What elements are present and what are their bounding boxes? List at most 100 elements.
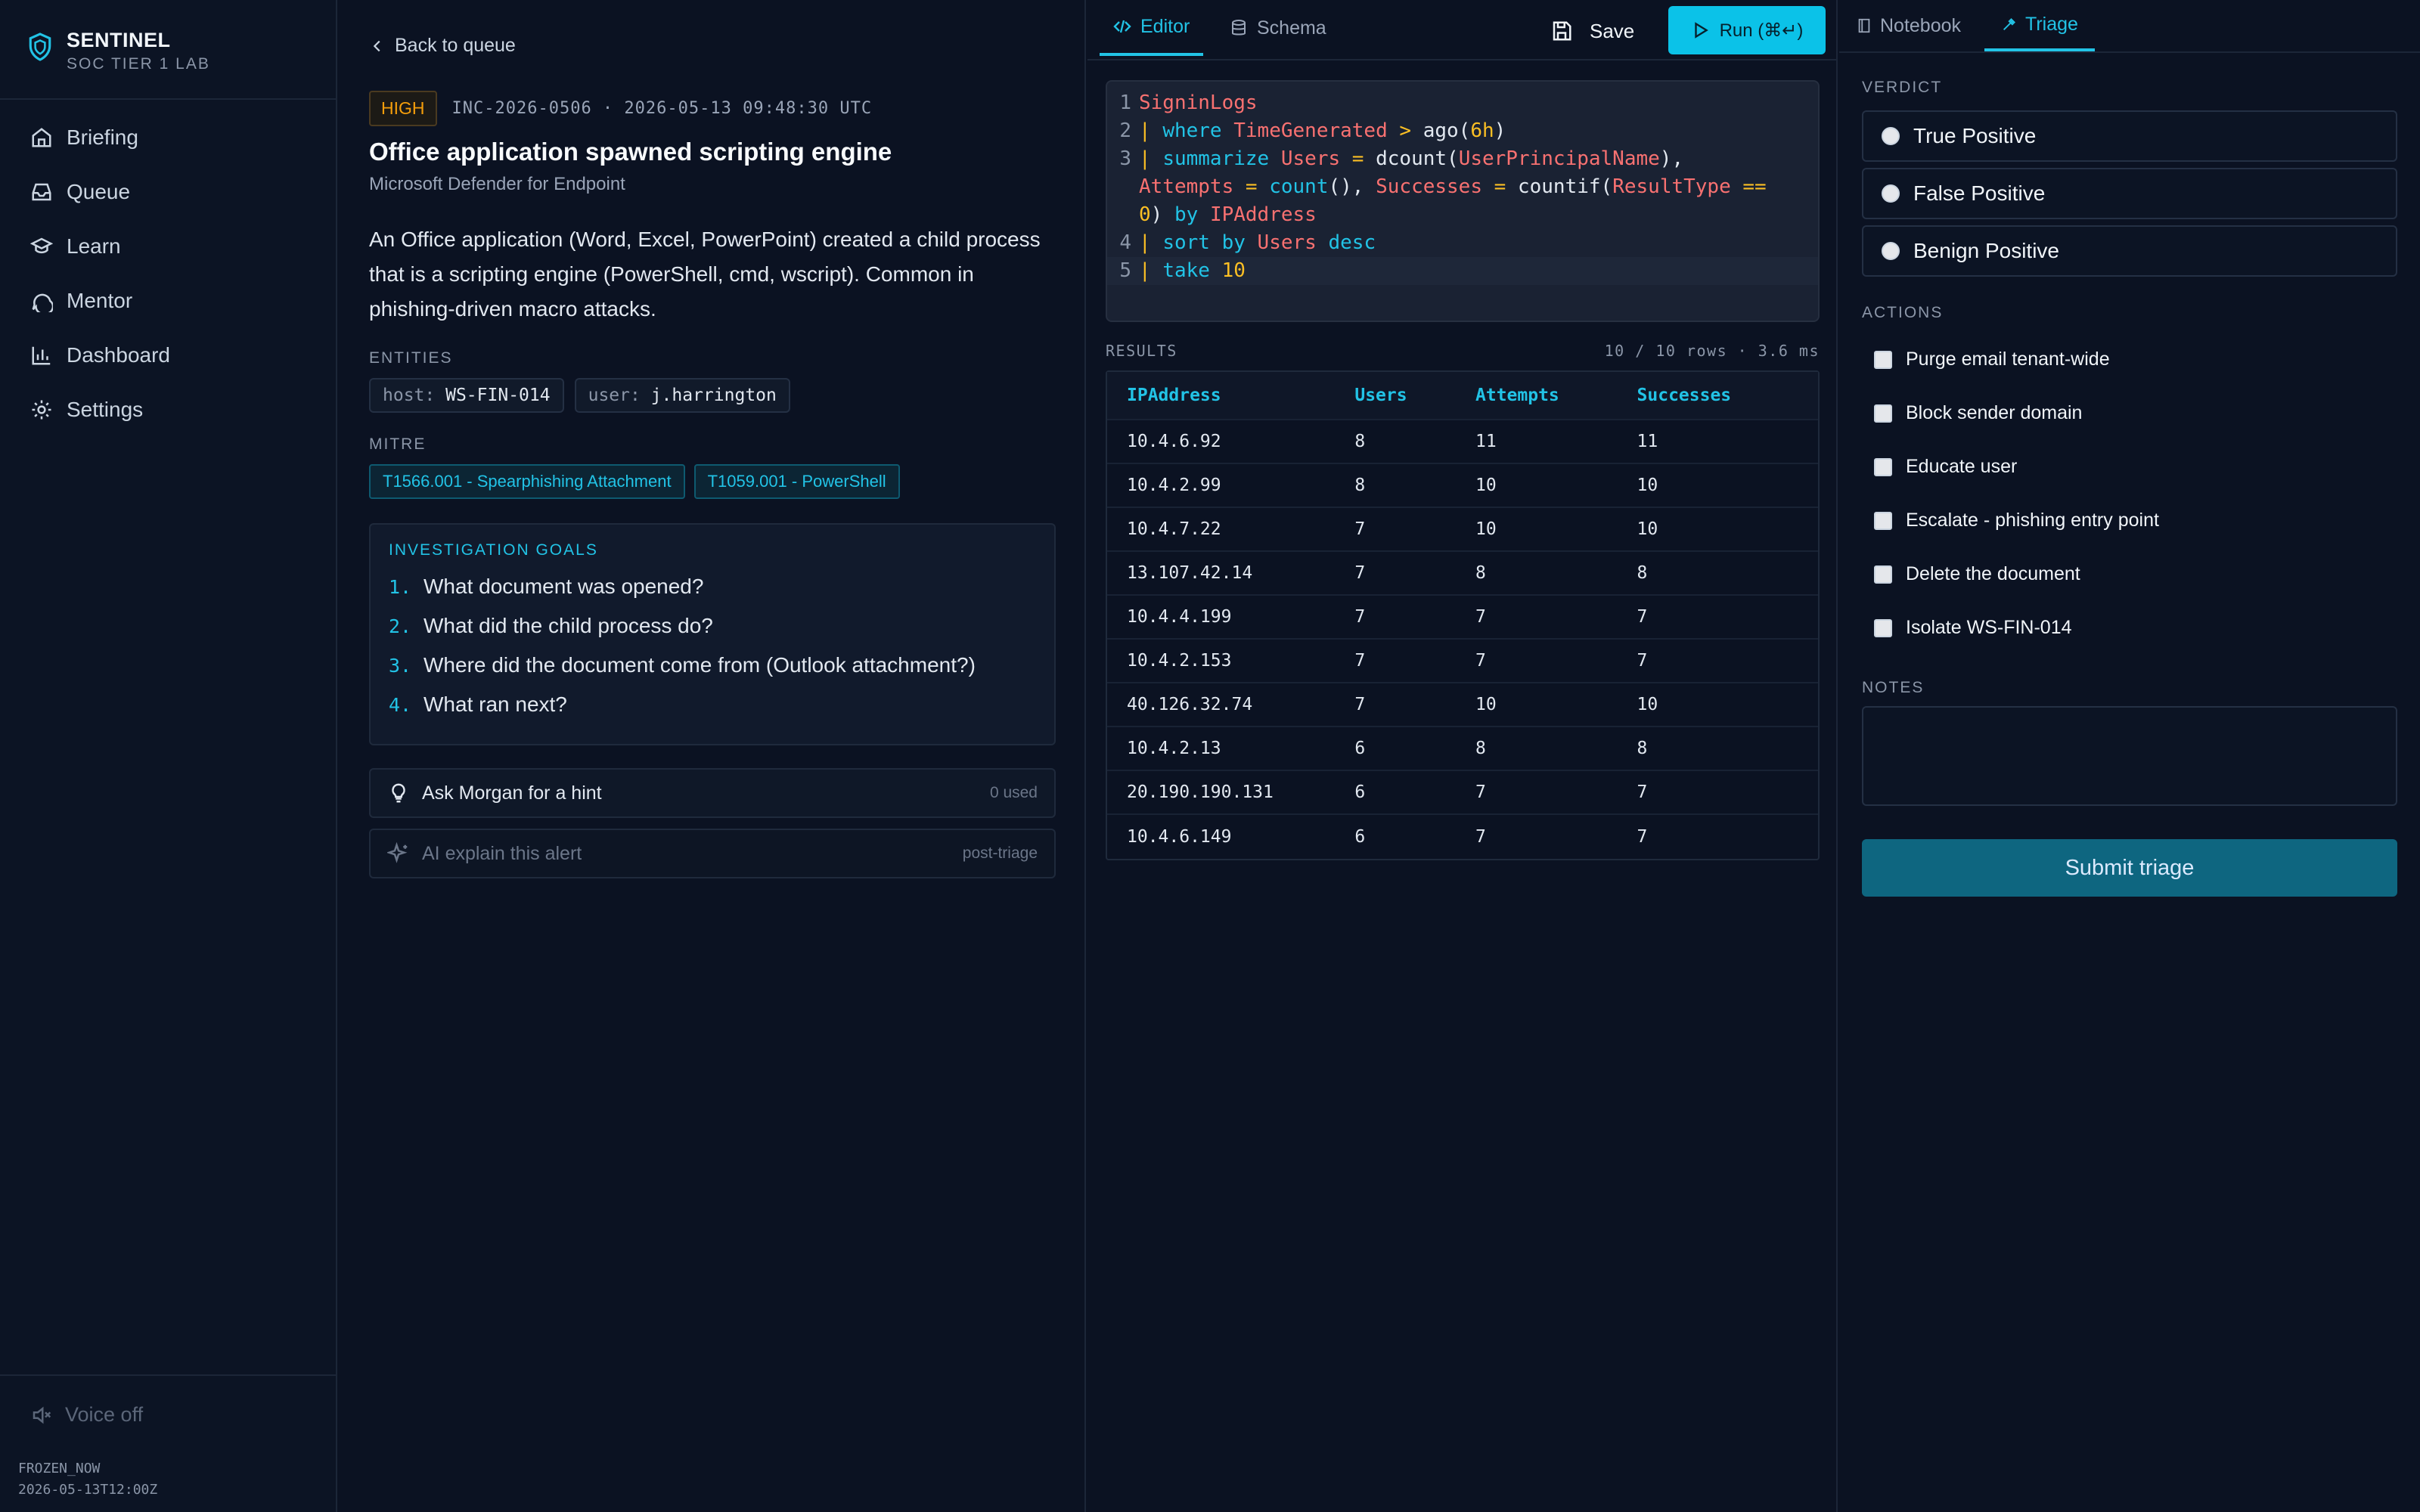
tab-editor[interactable]: Editor [1100,0,1204,56]
sidebar-item-briefing[interactable]: Briefing [0,110,336,165]
entity-value: j.harrington [650,386,777,405]
tab-schema[interactable]: Schema [1230,0,1326,56]
table-row[interactable]: 10.4.4.199 7 7 7 [1107,596,1818,640]
sidebar-item-learn[interactable]: Learn [0,219,336,274]
column-header[interactable]: Users [1354,386,1475,405]
table-row[interactable]: 13.107.42.14 7 8 8 [1107,552,1818,596]
action-label: Isolate WS-FIN-014 [1906,617,2072,638]
sidebar-item-label: Settings [67,398,144,421]
table-row[interactable]: 10.4.2.13 6 8 8 [1107,727,1818,771]
cell-users: 6 [1354,782,1366,802]
action-label: Escalate - phishing entry point [1906,510,2159,531]
entity-key: user: [588,386,641,405]
goal-text: What document was opened? [424,575,704,598]
action-escalate[interactable]: Escalate - phishing entry point [1862,494,2397,547]
action-isolate-host[interactable]: Isolate WS-FIN-014 [1862,601,2397,655]
query-editor[interactable]: 1 SigninLogs 2 | where TimeGenerated > a… [1106,80,1820,322]
mitre-tag[interactable]: T1566.001 - Spearphishing Attachment [369,464,685,499]
entity-value: WS-FIN-014 [445,386,551,405]
sidebar-item-settings[interactable]: Settings [0,383,336,437]
cell-successes: 7 [1637,607,1648,627]
save-label: Save [1590,19,1635,42]
cell-attempts: 8 [1475,739,1486,758]
table-row[interactable]: 10.4.6.149 6 7 7 [1107,815,1818,859]
sidebar-item-label: Dashboard [67,343,170,367]
column-header[interactable]: IPAddress [1107,386,1354,405]
gavel-icon [2003,18,2015,30]
cell-ip: 10.4.2.153 [1127,651,1232,671]
goal-number: 4. [389,693,412,716]
column-header[interactable]: Attempts [1475,386,1637,405]
incident-id-time: INC-2026-0506 · 2026-05-13 09:48:30 UTC [451,99,873,118]
save-icon [1553,21,1571,41]
action-block-sender[interactable]: Block sender domain [1862,386,2397,440]
goal-item: 3. Where did the document come from (Outl… [389,646,1036,685]
line-number: 1 [1119,91,1131,114]
mitre-tag[interactable]: T1059.001 - PowerShell [693,464,900,499]
verdict-options: True Positive False Positive Benign Posi… [1862,110,2397,283]
hint-count: 0 used [989,784,1038,801]
verdict-benign-positive[interactable]: Benign Positive [1862,225,2397,277]
sidebar-nav: Briefing Queue Learn Mentor Dashboard Se… [0,100,336,437]
ask-hint-button[interactable]: Ask Morgan for a hint 0 used [369,768,1056,818]
column-header[interactable]: Successes [1637,386,1818,405]
notes-textarea[interactable] [1862,706,2397,806]
tab-label: Schema [1257,17,1326,39]
entity-chip-user[interactable]: user: j.harrington [574,378,790,413]
run-label: Run (⌘↵) [1719,20,1804,41]
verdict-label-text: True Positive [1913,124,2037,147]
checkbox[interactable] [1874,618,1892,637]
goal-number: 2. [389,615,412,637]
radio-button[interactable] [1882,184,1900,203]
table-row[interactable]: 10.4.2.153 7 7 7 [1107,640,1818,683]
sidebar-item-mentor[interactable]: Mentor [0,274,336,328]
query-line: | take 10 [1139,259,1246,282]
action-delete-document[interactable]: Delete the document [1862,547,2397,601]
action-label: Purge email tenant-wide [1906,349,2110,370]
table-row[interactable]: 10.4.2.99 8 10 10 [1107,464,1818,508]
frozen-now: FROZEN_NOW 2026-05-13T12:00Z [0,1427,336,1501]
cell-successes: 10 [1637,519,1658,539]
save-button[interactable]: Save [1550,14,1634,48]
checkbox[interactable] [1874,350,1892,369]
mitre-label: MITRE [369,435,427,453]
checkbox[interactable] [1874,404,1892,423]
query-line: | sort by Users desc [1139,231,1376,254]
table-row[interactable]: 40.126.32.74 7 10 10 [1107,683,1818,727]
cell-users: 8 [1354,476,1366,495]
voice-toggle[interactable]: Voice off [0,1376,336,1427]
tab-label: Editor [1140,15,1190,37]
submit-triage-button[interactable]: Submit triage [1862,839,2397,897]
message-circle-icon [32,293,53,312]
checkbox[interactable] [1874,457,1892,476]
tab-triage[interactable]: Triage [1984,0,2095,51]
entities-label: ENTITIES [369,349,453,367]
checkbox[interactable] [1874,565,1892,584]
cell-ip: 10.4.2.99 [1127,476,1221,495]
radio-button[interactable] [1882,242,1900,260]
sidebar-item-queue[interactable]: Queue [0,165,336,219]
cell-attempts: 10 [1475,476,1497,495]
run-button[interactable]: Run (⌘↵) [1668,6,1826,54]
checkbox[interactable] [1874,511,1892,530]
home-icon [32,128,51,147]
verdict-true-positive[interactable]: True Positive [1862,110,2397,162]
verdict-false-positive[interactable]: False Positive [1862,168,2397,219]
ai-explain-button[interactable]: AI explain this alert post-triage [369,829,1056,878]
notebook-icon [1858,18,1870,33]
goal-number: 1. [389,575,412,598]
table-row[interactable]: 10.4.6.92 8 11 11 [1107,420,1818,464]
entity-chip-host[interactable]: host: WS-FIN-014 [369,378,564,413]
table-row[interactable]: 10.4.7.22 7 10 10 [1107,508,1818,552]
cell-users: 7 [1354,519,1366,539]
cell-ip: 13.107.42.14 [1127,563,1253,583]
action-purge-email[interactable]: Purge email tenant-wide [1862,333,2397,386]
sparkles-icon [387,842,408,863]
action-educate-user[interactable]: Educate user [1862,440,2397,494]
tab-notebook[interactable]: Notebook [1856,0,1961,51]
shield-icon [29,33,51,61]
back-to-queue-link[interactable]: Back to queue [369,35,1056,57]
radio-button[interactable] [1882,127,1900,145]
sidebar-item-dashboard[interactable]: Dashboard [0,328,336,383]
table-row[interactable]: 20.190.190.131 6 7 7 [1107,771,1818,815]
